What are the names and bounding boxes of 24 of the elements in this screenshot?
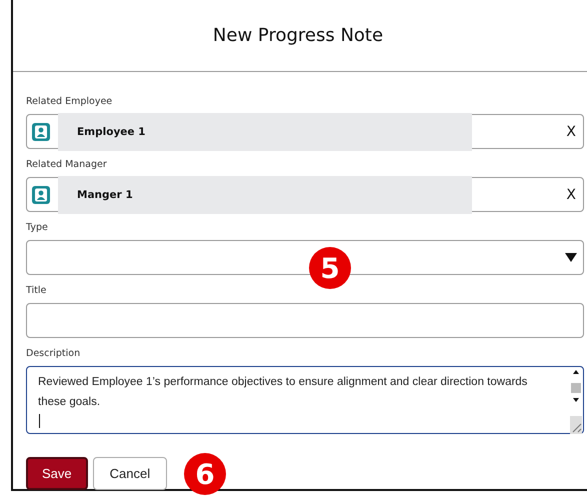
selected-value: Manger 1	[58, 176, 472, 214]
description-text: Reviewed Employee 1’s performance objectives to ensure alignment and clear direction towards these goals.	[37, 375, 528, 410]
step-badge: 6	[184, 453, 226, 495]
text-cursor	[39, 414, 40, 428]
field-label: Description	[26, 348, 82, 361]
title-field[interactable]	[26, 303, 584, 338]
caret-icon	[565, 253, 577, 262]
description-field[interactable]: Reviewed Employee 1’s performance objectives to ensure alignment and clear direction towards these goals.	[26, 366, 584, 434]
lookup-field[interactable]: Manger 1 X	[26, 177, 584, 212]
user-icon	[32, 122, 50, 140]
save-button[interactable]: Save	[26, 457, 88, 490]
user-icon	[32, 186, 50, 204]
cancel-button[interactable]: Cancel	[92, 457, 168, 490]
scrollbar[interactable]	[570, 368, 582, 434]
dialog-title: New Progress Note	[212, 25, 384, 46]
selected-value: Employee 1	[58, 113, 472, 151]
field-label: Title	[26, 285, 48, 298]
clear-button[interactable]: X	[566, 124, 576, 140]
lookup-field[interactable]: Employee 1 X	[26, 114, 584, 149]
clear-button[interactable]: X	[566, 186, 576, 202]
field-label: Type	[26, 222, 49, 235]
field-label: Related Employee	[26, 96, 114, 109]
step-badge: 5	[309, 247, 351, 289]
field-label: Related Manager	[26, 159, 108, 172]
